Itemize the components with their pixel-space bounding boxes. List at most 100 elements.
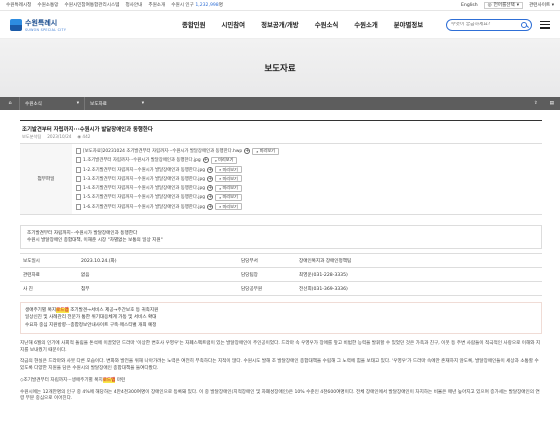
article-meta: 보도분석팀 2023/10/24 ◉ 442 <box>20 134 542 144</box>
search-box <box>446 18 532 31</box>
print-icon[interactable]: ▤ <box>550 101 554 106</box>
related-sites-link[interactable]: 관련사이트 ▾ <box>529 2 554 8</box>
nav-participation[interactable]: 시민참여 <box>222 20 246 29</box>
search-icon: ⌕ <box>219 185 222 191</box>
util-link-office-guide[interactable]: 청사안내 <box>125 2 142 8</box>
preview-button[interactable]: ⌕ 미리보기 <box>215 203 242 211</box>
preview-button[interactable]: ⌕ 미리보기 <box>215 166 242 174</box>
download-icon[interactable]: + <box>207 175 214 182</box>
preview-button[interactable]: ⌕ 미리보기 <box>210 156 238 164</box>
download-icon[interactable]: + <box>202 157 209 164</box>
preview-button[interactable]: ⌕ 미리보기 <box>215 184 242 192</box>
attachment-item: 1.조기발견부터 자립까지···수원시가 발달장애인과 동행한다.jpg + ⌕… <box>76 156 279 164</box>
table-key: 보도일시 <box>20 253 78 268</box>
site-logo[interactable]: 수원특례시 SUWON SPECIAL CITY <box>10 18 170 32</box>
article-header: 조기발견부터 자립까지···수원시가 발달장애인과 동행한다 보도분석팀 202… <box>20 120 542 215</box>
page-title: 보도자료 <box>264 64 296 74</box>
attachment-item: 1-6.조기발견부터 자립까지···수원시가 발달장애인과 동행한다.jpg +… <box>76 203 279 211</box>
intro-line: 조기발견부터 자립까지···수원시가 발달장애인과 동행한다 <box>27 230 138 236</box>
summary-line: 일상신진 및 사례관리 전문가 통한 위기대응체계 가동 및 서비스 확대 <box>25 315 157 321</box>
subheading-text: ◇조기발견부터 자립까지···생애주기별 복지 <box>20 377 103 383</box>
breadcrumb-level1[interactable]: 수원소식 ▾ <box>19 97 79 110</box>
search-icon: ⌕ <box>219 194 222 200</box>
table-key: 사 진 <box>20 281 78 297</box>
preview-label: 미리보기 <box>222 203 238 209</box>
download-icon[interactable]: + <box>207 166 214 173</box>
attachment-filename[interactable]: 1-5.조기발견부터 자립까지···수원시가 발달장애인과 동행한다.jpg <box>83 194 205 200</box>
table-key: 담당부서 <box>238 253 296 268</box>
attachment-item: 1-3.조기발견부터 자립까지···수원시가 발달장애인과 동행한다.jpg +… <box>76 175 279 183</box>
logo-name: 수원특례시 <box>25 18 58 27</box>
preview-button[interactable]: ⌕ 미리보기 <box>215 175 242 183</box>
download-icon[interactable]: + <box>207 203 214 210</box>
main-nav: 종합민원 시민참여 정보공개/개방 수원소식 수원소개 분야별정보 <box>182 20 423 29</box>
utility-links: 수원특례시청 수원소통망 수원시민참여통합관리시스템 청사안내 추원소개 수원시… <box>6 2 223 8</box>
table-key: 담당공무원 <box>238 281 296 297</box>
breadcrumb-level2[interactable]: 보도자료 ▾ <box>84 97 144 110</box>
download-icon[interactable]: + <box>207 185 214 192</box>
preview-button[interactable]: ⌕ 미리보기 <box>215 193 242 201</box>
nav-about[interactable]: 수원소개 <box>354 20 378 29</box>
nav-open-info[interactable]: 정보공개/개방 <box>261 20 299 29</box>
chevron-down-icon: ▾ <box>516 2 520 8</box>
download-icon[interactable]: + <box>244 148 251 154</box>
related-sites-label: 관련사이트 <box>529 3 551 8</box>
attachment-filename[interactable]: [보도자료]20231024 조기발견부터 자립까지···수원시가 발달장애인과… <box>83 148 242 154</box>
nav-topics[interactable]: 분야별정보 <box>394 20 423 29</box>
search-icon: ⌕ <box>219 176 222 182</box>
site-header: 수원특례시 SUWON SPECIAL CITY 종합민원 시민참여 정보공개/… <box>0 11 560 39</box>
file-icon <box>76 148 81 154</box>
attachment-item: 1-2.조기발견부터 자립까지···수원시가 발달장애인과 동행한다.jpg +… <box>76 166 279 174</box>
nav-news[interactable]: 수원소식 <box>315 20 339 29</box>
article-views: ◉ 442 <box>77 134 90 140</box>
breadcrumb: ⌂ 수원소식 ▾ 보도자료 ▾ ⇪ ▤ <box>0 97 560 110</box>
english-link[interactable]: English <box>461 3 478 8</box>
table-value: 최영운(031-228-3335) <box>296 267 542 282</box>
logo-mark-icon <box>10 18 22 31</box>
search-input[interactable] <box>451 22 519 27</box>
language-select[interactable]: ◎ 언어를선택 ▾ <box>483 1 524 9</box>
attachment-filename[interactable]: 1.조기발견부터 자립까지···수원시가 발달장애인과 동행한다.jpg <box>83 157 201 163</box>
util-link-communication[interactable]: 수원소통망 <box>37 2 58 8</box>
util-link-cityhall[interactable]: 수원특례시청 <box>6 2 31 8</box>
attachments: 첨부파일 [보도자료]20231024 조기발견부터 자립까지···수원시가 발… <box>20 144 542 215</box>
globe-icon: ◎ <box>487 2 492 8</box>
body-paragraph: 작금의 현실은 드라마와 사뭇 다른 모습이다. 변화와 발전을 위해 나아가려… <box>20 359 539 372</box>
press-info-table: 보도일시 2023.10.24.(화) 담당부서 장애인복지과 장애인정책팀 관… <box>20 253 542 297</box>
attachments-label: 첨부파일 <box>20 144 72 214</box>
article-view-count: 442 <box>82 134 91 139</box>
table-row: 사 진 첨부 담당공무원 전선희(031-369-3336) <box>20 281 542 297</box>
file-icon <box>76 166 81 173</box>
population-unit: 명 <box>218 3 223 8</box>
body-paragraph: 수원시에는 12개만명의 인구 중 4%에 해당하는 4만4천300여명이 장애… <box>20 389 540 402</box>
share-icon[interactable]: ⇪ <box>534 101 538 106</box>
search-icon[interactable] <box>521 21 527 28</box>
search-highlight: 로드맵 <box>56 308 69 314</box>
breadcrumb-level1-label: 수원소식 <box>25 101 42 107</box>
chevron-down-icon: ▾ <box>551 3 554 8</box>
attachment-filename[interactable]: 1-3.조기발견부터 자립까지···수원시가 발달장애인과 동행한다.jpg <box>83 176 205 182</box>
util-link-participation[interactable]: 수원시민참여통합관리시스템 <box>65 2 120 8</box>
table-row: 보도일시 2023.10.24.(화) 담당부서 장애인복지과 장애인정책팀 <box>20 253 542 268</box>
summary-line: 생애주기별 복지로드맵 조기발견→서비스 제공→주간보호 등 귀족지원 <box>25 307 537 314</box>
file-icon <box>76 203 81 210</box>
download-icon[interactable]: + <box>207 194 214 201</box>
attachment-filename[interactable]: 1-2.조기발견부터 자립까지···수원시가 발달장애인과 동행한다.jpg <box>83 167 205 173</box>
breadcrumb-level2-label: 보도자료 <box>90 101 107 107</box>
logo-subtitle: SUWON SPECIAL CITY <box>25 27 67 32</box>
subheading-text: 마련 <box>115 377 126 383</box>
table-key: 담당팀장 <box>238 267 296 282</box>
attachment-item: 1-4.조기발견부터 자립까지···수원시가 발달장애인과 동행한다.jpg +… <box>76 184 279 192</box>
body-paragraph: 지난해 6월의 인기에 사회적 돌림을 돈석에 이끌었던 드라마 '이상한 변호… <box>20 341 541 353</box>
search-icon: ⌕ <box>214 157 218 163</box>
body-subheading: ◇조기발견부터 자립까지···생애주기별 복지로드맵 마련 <box>20 377 542 385</box>
hamburger-menu-icon[interactable] <box>540 20 550 29</box>
preview-button[interactable]: ⌕ 미리보기 <box>252 147 279 155</box>
attachment-filename[interactable]: 1-4.조기발견부터 자립까지···수원시가 발달장애인과 동행한다.jpg <box>83 185 205 191</box>
nav-civil-service[interactable]: 종합민원 <box>182 20 206 29</box>
home-icon[interactable]: ⌂ <box>6 100 14 108</box>
population-count: 1,232,998 <box>195 3 219 8</box>
util-link-about[interactable]: 추원소개 <box>148 2 165 8</box>
attachment-filename[interactable]: 1-6.조기발견부터 자립까지···수원시가 발달장애인과 동행한다.jpg <box>83 204 205 210</box>
table-value: 장애인복지과 장애인정책팀 <box>296 253 542 268</box>
